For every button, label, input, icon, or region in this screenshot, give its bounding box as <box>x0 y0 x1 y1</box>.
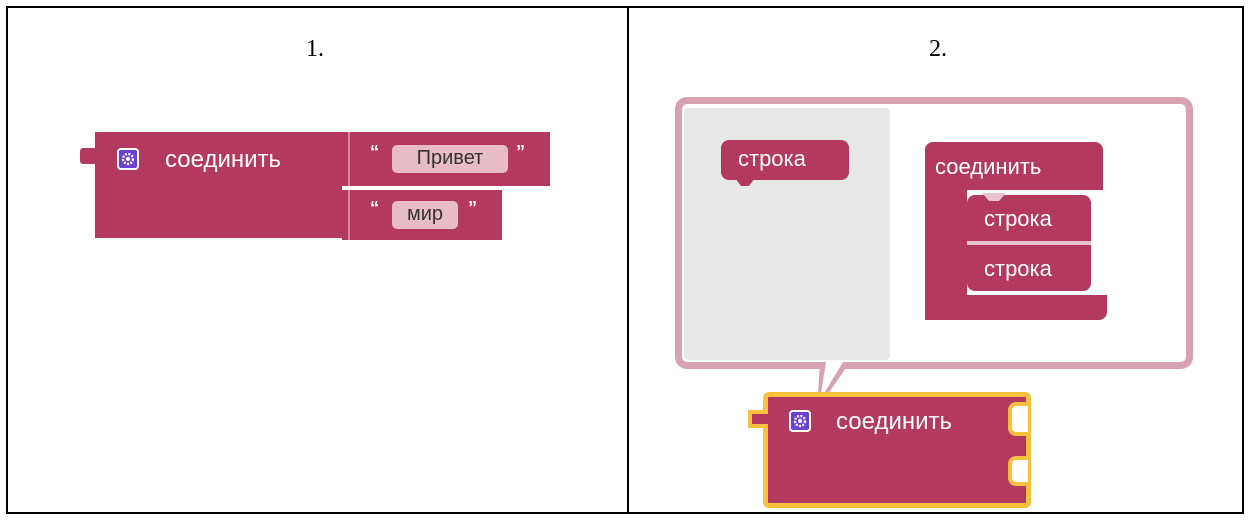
open-quote: “ <box>370 142 379 162</box>
gear-icon[interactable] <box>789 410 811 432</box>
panel-divider <box>627 6 629 514</box>
palette-string-tab <box>735 178 755 186</box>
output-connector[interactable] <box>748 410 768 428</box>
palette-string-label: строка <box>738 146 806 171</box>
input-socket-2[interactable] <box>1008 456 1028 486</box>
close-quote: ” <box>516 142 525 162</box>
close-quote: ” <box>468 198 477 218</box>
text-field-privet[interactable]: Привет <box>392 145 508 173</box>
panel-1-number: 1. <box>306 36 324 62</box>
container-item-1-label: строка <box>984 206 1052 231</box>
text-field-mir[interactable]: мир <box>392 201 458 229</box>
join-label: соединить <box>836 408 953 435</box>
row-gap <box>342 186 550 190</box>
container-item-2-label: строка <box>984 256 1052 281</box>
input-socket-1[interactable] <box>1008 402 1028 436</box>
item-separator <box>967 241 1091 245</box>
container-label: соединить <box>935 154 1042 179</box>
open-quote: “ <box>370 198 379 218</box>
output-connector[interactable] <box>80 148 98 164</box>
join-label: соединить <box>165 146 282 173</box>
gear-icon[interactable] <box>117 148 139 170</box>
container-bottom[interactable] <box>925 295 1107 320</box>
panel-2-number: 2. <box>929 36 947 62</box>
notch <box>982 193 1006 201</box>
